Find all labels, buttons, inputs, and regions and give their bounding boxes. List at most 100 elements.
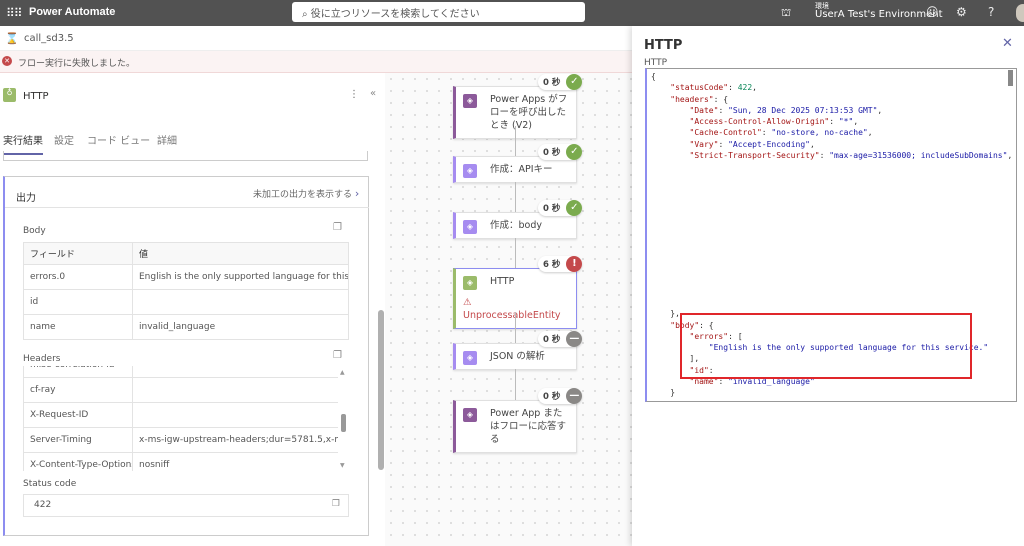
field-cell: id [24, 290, 133, 315]
action-icon: ◈ [463, 351, 477, 365]
field-cell: name [24, 315, 133, 340]
connector-line [515, 369, 516, 400]
error-banner: ✕ フロー実行に失敗しました。 [0, 51, 632, 73]
value-cell [133, 366, 339, 378]
duration-text: 0 秒 [543, 204, 561, 214]
value-cell [133, 290, 349, 315]
help-icon[interactable]: ? [988, 5, 994, 19]
json-status-code: 422 [737, 83, 753, 93]
tab-settings[interactable]: 設定 [54, 132, 74, 147]
duration-badge: 0 秒 — [538, 388, 583, 404]
field-cell: Server-Timing [24, 428, 133, 453]
flow-node[interactable]: ◈ JSON の解析 [453, 343, 577, 370]
json-cache-control: "no-store, no-cache" [771, 128, 868, 138]
duration-badge: 6 秒! [538, 256, 583, 272]
node-error: ⚠ UnprocessableEntity [463, 297, 561, 321]
chevron-right-icon: › [354, 187, 360, 200]
copy-headers-icon[interactable]: ❐ [333, 350, 342, 361]
value-cell: x-ms-igw-upstream-headers;dur=5781.5,x-m… [133, 428, 339, 453]
environment-name[interactable]: UserA Test's Environment [815, 9, 943, 20]
divider [5, 207, 369, 208]
action-icon: ◈ [463, 220, 477, 234]
body-table: フィールド 値 errors.0 English is the only supp… [23, 242, 349, 340]
status-code-field[interactable]: 422 ❐ [23, 494, 349, 517]
tab-code-view[interactable]: コード ビュー [87, 132, 150, 147]
app-title: Power Automate [29, 6, 116, 18]
json-vary: "Accept-Encoding" [728, 139, 810, 149]
action-title: HTTP [23, 91, 49, 102]
copy-status-icon[interactable]: ❐ [332, 499, 340, 509]
headers-label: Headers [23, 354, 61, 364]
value-cell: English is the only supported language f… [133, 265, 349, 290]
connector-line [515, 238, 516, 268]
flow-node[interactable]: ◈ 作成：APIキー [453, 156, 577, 183]
input-section-bottom [3, 151, 368, 161]
feedback-icon[interactable]: ☺ [926, 5, 939, 19]
action-icon: ◈ [463, 94, 477, 108]
action-icon: ◈ [463, 164, 477, 178]
body-label: Body [23, 226, 46, 236]
table-header: フィールド 値 [24, 243, 349, 265]
tab-details[interactable]: 詳細 [157, 132, 177, 147]
json-acao: "*" [838, 117, 854, 127]
field-cell: cf-ray [24, 378, 133, 403]
headers-table[interactable]: mise-correlation-idcf-rayX-Request-IDSer… [23, 366, 349, 471]
environment-icon[interactable]: ⛫ [781, 6, 791, 21]
duration-text: 0 秒 [543, 335, 561, 345]
duration-text: 0 秒 [543, 392, 561, 402]
action-details-panel: ♁ HTTP ⋮ « 実行結果 設定 コード ビュー 詳細 出力 未加工の出力を… [0, 73, 385, 546]
collapse-panel-icon[interactable]: « [370, 88, 376, 99]
flow-node[interactable]: ◈ 作成：body [453, 212, 577, 239]
table-row: cf-ray [24, 378, 339, 403]
output-section: 出力 未加工の出力を表示する › Body ❐ フィールド 値 errors.0… [3, 176, 369, 536]
table-row: X-Request-ID [24, 403, 339, 428]
action-icon: ◈ [463, 408, 477, 422]
headers-scrollbar[interactable]: ▲ ▼ [338, 366, 349, 471]
connector-line [515, 182, 516, 212]
table-row: Server-Timing x-ms-igw-upstream-headers;d… [24, 428, 339, 453]
duration-badge: 0 秒 ✓ [538, 200, 583, 216]
app-launcher-icon[interactable]: ⠿⠿ [6, 6, 23, 20]
field-cell: X-Request-ID [24, 403, 133, 428]
json-sts: "max-age=31536000; includeSubDomains" [829, 151, 1008, 161]
duration-badge: 0 秒 ✓ [538, 144, 583, 160]
node-label: Power App またはフローに応答する [490, 408, 567, 445]
value-cell [133, 378, 339, 403]
flow-node[interactable]: ◈ Power App またはフローに応答する [453, 400, 577, 453]
more-options-icon[interactable]: ⋮ [349, 89, 359, 100]
table-row: id [24, 290, 349, 315]
avatar[interactable] [1016, 4, 1024, 22]
error-icon: ✕ [2, 56, 12, 66]
column-header-value: 値 [133, 243, 349, 265]
copy-body-icon[interactable]: ❐ [333, 222, 342, 233]
flow-name: call_sd3.5 [24, 33, 74, 44]
duration-badge: 0 秒 — [538, 331, 583, 347]
raw-output-link-text: 未加工の出力を表示する [253, 190, 353, 200]
value-cell: invalid_language [133, 315, 349, 340]
close-icon[interactable]: ✕ [1002, 36, 1013, 51]
action-icon: ◈ [463, 276, 477, 290]
connector-line [515, 312, 516, 343]
duration-text: 6 秒 [543, 260, 561, 270]
status-code-label: Status code [23, 479, 77, 489]
node-label: HTTP [490, 276, 515, 287]
node-label: Power Apps がフローを呼び出したとき (V2) [490, 94, 568, 131]
table-row: X-Content-Type-Options nosniff [24, 453, 339, 471]
status-code-value: 422 [34, 500, 52, 510]
raw-output-link[interactable]: 未加工の出力を表示する › [253, 187, 359, 200]
field-cell: errors.0 [24, 265, 133, 290]
connector-line [515, 126, 516, 156]
node-label: JSON の解析 [490, 351, 545, 362]
table-row: mise-correlation-id [24, 366, 339, 378]
duration-text: 0 秒 [543, 148, 561, 158]
top-bar: ⠿⠿ Power Automate ⌕ 役に立つリソースを検索してください ⛫ … [0, 0, 1024, 26]
search-input[interactable]: ⌕ 役に立つリソースを検索してください [292, 2, 585, 22]
value-cell: nosniff [133, 453, 339, 471]
panel-scrollbar[interactable] [378, 153, 384, 546]
table-row: errors.0 English is the only supported la… [24, 265, 349, 290]
duration-badge: 0 秒 ✓ [538, 74, 583, 90]
gear-icon[interactable]: ⚙ [956, 5, 967, 19]
json-date: "Sun, 28 Dec 2025 07:13:53 GMT" [728, 105, 878, 115]
http-action-icon: ♁ [3, 88, 16, 102]
code-scrollbar-thumb[interactable] [1008, 70, 1013, 86]
